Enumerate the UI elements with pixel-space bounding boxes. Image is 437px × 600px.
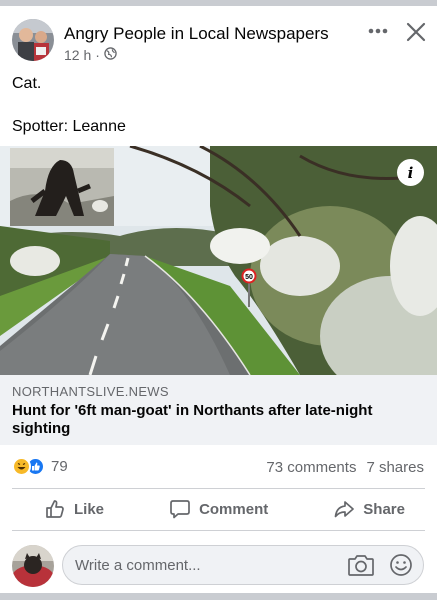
- hide-post-button[interactable]: [404, 20, 428, 44]
- emoji-icon: [390, 554, 412, 576]
- emoji-button[interactable]: [389, 553, 413, 577]
- more-options-button[interactable]: [366, 20, 392, 42]
- share-label: Share: [363, 500, 405, 518]
- reaction-count: 79: [51, 457, 68, 475]
- post-actions-bar: Like Comment Share: [12, 488, 425, 530]
- comment-label: Comment: [199, 500, 269, 518]
- comment-input[interactable]: [75, 546, 345, 584]
- camera-icon: [348, 555, 374, 576]
- close-icon: [406, 22, 426, 42]
- shares-count[interactable]: 7 shares: [366, 459, 424, 476]
- speed-limit-sign: 50: [245, 274, 253, 281]
- like-label: Like: [74, 500, 105, 518]
- post-text-line1: Cat.: [12, 75, 42, 92]
- divider-bottom: [12, 530, 425, 531]
- comment-button[interactable]: Comment: [139, 498, 298, 520]
- share-button[interactable]: Share: [303, 498, 425, 520]
- reactions-summary[interactable]: 79: [12, 456, 68, 476]
- info-icon[interactable]: i: [397, 159, 424, 186]
- meta-separator: ·: [95, 47, 100, 63]
- like-button[interactable]: Like: [12, 498, 134, 520]
- haha-reaction-icon: [12, 456, 31, 476]
- globe-icon: [104, 47, 117, 63]
- link-preview-image[interactable]: 50: [0, 146, 437, 375]
- thumbs-up-icon: [46, 500, 64, 518]
- share-icon: [334, 501, 355, 518]
- comment-icon: [170, 500, 190, 519]
- post-meta: 12 h ·: [64, 47, 117, 63]
- post-text-line2: Spotter: Leanne: [12, 118, 126, 135]
- comment-composer: [62, 545, 424, 585]
- top-separator: [0, 0, 437, 6]
- user-avatar[interactable]: [12, 545, 54, 587]
- post-time[interactable]: 12 h: [64, 47, 91, 63]
- bottom-separator: [0, 593, 437, 600]
- comments-count[interactable]: 73 comments: [266, 459, 356, 476]
- camera-button[interactable]: [347, 553, 375, 577]
- page-name[interactable]: Angry People in Local Newspapers: [64, 24, 329, 44]
- more-icon: [368, 28, 388, 34]
- link-domain: NORTHANTSLIVE.NEWS: [12, 384, 169, 399]
- engagement-counts: 73 comments 7 shares: [266, 459, 424, 476]
- page-avatar[interactable]: [12, 19, 54, 61]
- link-title[interactable]: Hunt for '6ft man-goat' in Northants aft…: [12, 402, 422, 438]
